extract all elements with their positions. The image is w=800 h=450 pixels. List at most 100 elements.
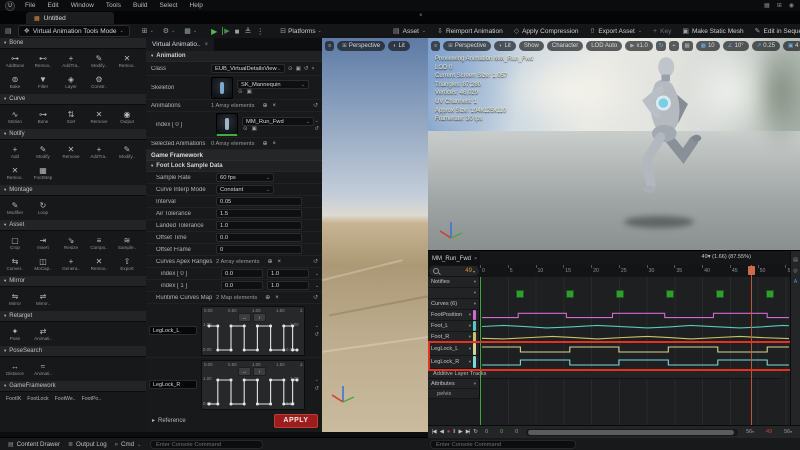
palette-tool-genera[interactable]: + Genera.. [57,253,85,274]
palette-tool-addtra[interactable]: + AddTra.. [57,50,85,71]
element-options-icon[interactable]: ⌄ [315,323,319,329]
reset-icon[interactable]: ↺ [313,258,318,265]
fit-horizontal-button[interactable]: ↔ [238,366,251,376]
content-drawer-button[interactable]: ▤ Content Drawer [8,441,60,448]
eject-button[interactable]: ≜ [244,27,251,36]
palette-tool-filter[interactable]: ▼ Filter [29,71,57,92]
palette-tool-sample[interactable]: ≋ Sample.. [113,232,141,253]
palette-section-curve[interactable]: ▾ Curve [0,94,146,105]
range-field-0[interactable]: 0.0 [221,281,263,290]
menu-edit[interactable]: Edit [41,2,64,9]
palette-tool-bone[interactable]: ⊶ Bone [29,106,57,127]
track-footposition[interactable]: FootPosition ▾ [428,310,791,321]
palette-tool-insert[interactable]: ⇥ Insert [29,232,57,253]
reset-icon[interactable]: ↺ [314,126,319,132]
palette-tool-remov[interactable]: ✕ Remov.. [85,253,113,274]
palette-section-retarget[interactable]: ▾ Retarget [0,311,146,322]
level-viewport[interactable]: ≡ ⊞ Perspective ◐ Lit [322,38,428,432]
menu-select[interactable]: Select [153,2,183,9]
palette-tool-addtra[interactable]: + AddTra.. [85,141,113,162]
palette-tool-footstep[interactable]: ▦ FootStep [29,162,57,183]
add-element-icon[interactable]: ⊕ [268,258,273,265]
palette-section-mirror[interactable]: ▾ Mirror [0,276,146,287]
unreal-logo-icon[interactable]: U [5,0,15,11]
menu-tools[interactable]: Tools [100,2,127,9]
asset-tool-reimport-animation[interactable]: ⇩ Reimport Animation [437,27,503,36]
footer-range_left[interactable]: 56▾ [742,429,758,435]
notify-marker[interactable] [515,289,524,298]
palette-tool-animati[interactable]: ≈ Animati.. [29,358,57,379]
topright-icon-0[interactable]: ▦ [764,2,770,9]
viewport-badge-1[interactable]: ∠ 10° [722,41,749,51]
palette-tool-addbone[interactable]: ⊶ AddBone [1,50,29,71]
side-tab-icon-1[interactable]: ◎ [793,268,797,274]
pill-lit[interactable]: ◐ Lit [494,41,516,51]
combo-sample-rate[interactable]: 60 fps ⌄ [216,173,274,182]
palette-tool-conver[interactable]: ⇆ Conver.. [1,253,29,274]
fit-vertical-button[interactable]: ↕ [253,312,266,322]
palette-tool-crop[interactable]: ▢ Crop [1,232,29,253]
side-tab-icon-0[interactable]: ▤ [793,257,798,263]
browse-icon[interactable]: ▣ [252,126,257,132]
toolbar-dropdown-2[interactable]: ▦ ⌄ [184,27,197,35]
palette-tool-footwe[interactable]: FootWe.. [55,396,76,402]
palette-tool-remove[interactable]: ✕ Remove [57,141,85,162]
palette-tool-mocap[interactable]: ◫ MoCap.. [29,253,57,274]
palette-tool-mirror[interactable]: ⇋ Mirror [1,288,29,309]
tab-virtual-animation[interactable]: Virtual Animatio.. × [146,38,215,51]
palette-tool-distance[interactable]: ↔ Distance [1,358,29,379]
frame-skip-button[interactable]: ▶ [222,27,230,35]
palette-tool-loop[interactable]: ↻ Loop [29,197,57,218]
palette-tool-compo[interactable]: ≡ Compo.. [85,232,113,253]
clear-icon[interactable]: × [311,66,314,72]
fit-horizontal-button[interactable]: ↔ [238,312,251,322]
editor-tab-close-icon[interactable]: × [419,13,423,19]
topright-icon-2[interactable]: ◉ [789,2,794,9]
browse-icon[interactable]: ▣ [296,66,301,72]
reset-icon[interactable]: ↺ [313,294,318,301]
palette-section-posesearch[interactable]: ▾ PoseSearch [0,346,146,357]
notify-marker[interactable] [665,289,674,298]
go-to-end-button[interactable]: ▶| [466,429,471,435]
palette-tool-animati[interactable]: ⇄ Animati.. [29,323,57,344]
playhead-handle[interactable] [748,266,755,275]
palette-tool-bake[interactable]: ⊚ Bake [1,71,29,92]
asset-tool-key[interactable]: + Key [653,28,671,35]
palette-tool-layer[interactable]: ◈ Layer [57,71,85,92]
delete-elements-icon[interactable]: × [273,141,277,147]
palette-section-montage[interactable]: ▾ Montage [0,185,146,196]
range-field-1[interactable]: 1.0 [267,281,309,290]
hamburger-menu-icon[interactable]: ≡ [431,41,441,51]
menu-build[interactable]: Build [127,2,153,9]
side-tab-icon-2[interactable]: A [794,279,797,285]
track-notify-lane[interactable]: ▾ [428,288,791,299]
play-button[interactable]: ▶ [211,27,217,36]
asset-tool-export-asset[interactable]: ⇧ Export Asset ⌄ [589,27,642,36]
palette-tool-modify[interactable]: ✎ Modify [29,141,57,162]
use-asset-icon[interactable]: ⊙ [288,66,293,72]
more-button[interactable]: ⋮ [256,27,264,36]
palette-tool-mirror[interactable]: ⇌ Mirror.. [29,288,57,309]
element-options-icon[interactable]: ⌄ [315,377,319,383]
combo-curve-interp-mode[interactable]: Constant ⌄ [216,185,274,194]
reset-icon[interactable]: ↺ [314,386,319,392]
palette-section-notify[interactable]: ▾ Notify [0,129,146,140]
lit-dropdown[interactable]: ◐ Lit [388,41,410,51]
palette-section-gameframework[interactable]: ▾ GameFramework [0,381,146,392]
fit-vertical-button[interactable]: ↕ [253,366,266,376]
field-air-tolerance[interactable]: 1.5 [216,209,302,218]
topright-icon-1[interactable]: ⊞ [777,2,782,9]
current-frame-badge[interactable]: 49 ▾ [465,268,475,274]
asset-thumbnail[interactable] [211,76,233,99]
apply-button[interactable]: APPLY [274,413,318,428]
output-log-button[interactable]: ≣ Output Log [68,441,107,448]
range-field-0[interactable]: 0.0 [221,269,263,278]
stop-button[interactable]: ■ [235,27,240,36]
notify-marker[interactable] [615,289,624,298]
delete-elements-icon[interactable]: × [275,295,279,301]
element-options-icon[interactable]: ⌄ [315,118,319,124]
pill-lod-auto[interactable]: LOD Auto [586,41,623,51]
curve-key-leglock_l[interactable]: LegLock_L [149,326,197,335]
palette-tool-constr[interactable]: ⚙ Constr.. [85,71,113,92]
tab-untitled[interactable]: ▦ Untitled [26,12,114,24]
